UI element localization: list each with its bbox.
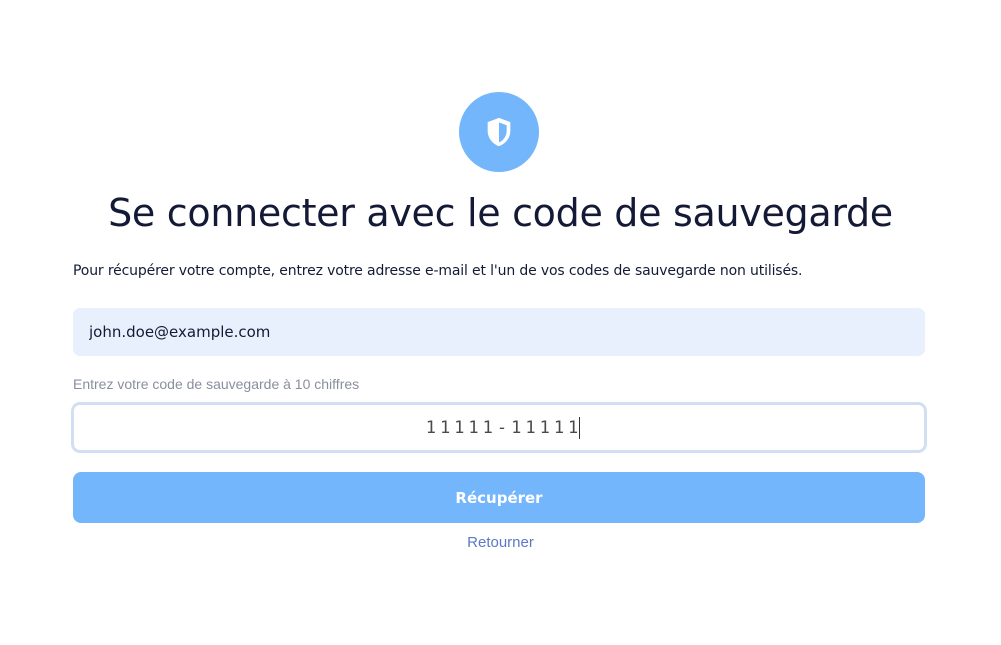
text-caret — [579, 416, 581, 439]
back-link[interactable]: Retourner — [467, 534, 534, 551]
page-title: Se connecter avec le code de sauvegarde — [108, 191, 893, 235]
recover-button[interactable]: Récupérer — [73, 472, 925, 523]
shield-icon — [487, 117, 511, 147]
backup-code-input[interactable]: 11111-11111 — [71, 402, 927, 453]
page-description: Pour récupérer votre compte, entrez votr… — [73, 263, 803, 279]
back-link-row: Retourner — [0, 533, 1001, 553]
backup-code-label: Entrez votre code de sauvegarde à 10 chi… — [73, 376, 360, 392]
email-field[interactable] — [73, 308, 925, 356]
shield-badge — [459, 92, 539, 172]
backup-code-value: 11111-11111 — [425, 417, 583, 438]
backup-code-login-page: Se connecter avec le code de sauvegarde … — [0, 0, 1001, 645]
